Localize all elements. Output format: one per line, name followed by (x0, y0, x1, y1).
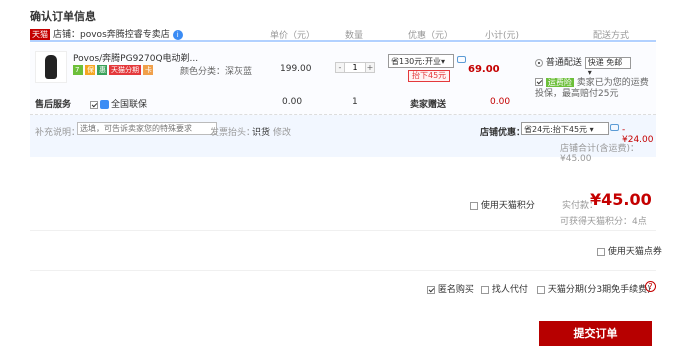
actual-pay-value: ¥45.00 (590, 190, 652, 209)
coupon-label: 使用天猫点券 (607, 247, 662, 257)
shop-total: 店铺合计(含运费)：¥45.00 (560, 144, 640, 164)
after-sale-service: 全国联保 (90, 97, 147, 110)
invoice-edit-link[interactable]: 修改 (273, 125, 291, 138)
points-label: 使用天猫积分 (480, 201, 535, 211)
after-sale-qty: 1 (352, 97, 358, 107)
remark-label: 补充说明： (35, 128, 81, 138)
earn-points: 可获得天猫积分：4点 (560, 217, 647, 227)
promo-tag: 抬下45元 (408, 70, 451, 82)
coupon-option: 使用天猫点券 (597, 244, 662, 257)
product-badges: 7 保 惠 天猫分期 卡 (73, 65, 153, 75)
submit-order-button[interactable]: 提交订单 (539, 321, 652, 346)
badge-discount-icon[interactable]: 惠 (97, 65, 107, 75)
shop-discount-select[interactable]: 省24元:抬下45元 ▾ (521, 122, 609, 135)
help-icon[interactable]: ? (645, 281, 656, 292)
product-name-link[interactable]: Povos/奔腾PG9270Q电动剃... (73, 51, 198, 64)
shipping-radio[interactable] (535, 58, 543, 67)
message-icon[interactable] (457, 56, 466, 63)
after-sale-price: 0.00 (282, 97, 303, 107)
remark-input[interactable] (77, 122, 217, 135)
after-sale-gift: 卖家赠送 (410, 100, 447, 110)
invoice-label: 发票抬头： (210, 128, 256, 138)
spec-value: 深灰蓝 (225, 67, 253, 77)
qty-minus-button[interactable]: - (335, 62, 345, 73)
col-discount: 优惠（元） (408, 31, 454, 41)
message-icon[interactable] (610, 124, 619, 131)
chevron-down-icon: ▾ (440, 57, 445, 66)
proxy-pay-checkbox[interactable] (481, 285, 489, 294)
proxy-pay-option: 找人代付 (481, 282, 528, 295)
installment-label: 天猫分期(分3期免手续费) (547, 285, 651, 295)
anonymous-option: 匿名购买 (427, 282, 474, 295)
badge-7day-icon[interactable]: 7 (73, 65, 83, 75)
anonymous-label: 匿名购买 (437, 285, 474, 295)
col-price: 单价（元） (270, 31, 316, 41)
shipping-select-value: 快递 免邮 (587, 57, 623, 67)
col-qty: 数量 (345, 31, 364, 41)
shield-icon (100, 100, 109, 109)
promo-select-value: 省130元:开业 (391, 57, 441, 66)
shipping-option-label: 普通配送 (545, 58, 582, 68)
chevron-down-icon: ▾ (589, 125, 594, 134)
info-icon[interactable]: i (172, 29, 183, 40)
qty-input[interactable] (345, 62, 365, 73)
points-option: 使用天猫积分 (470, 198, 535, 211)
insurance-checkbox[interactable] (535, 78, 543, 86)
coupon-checkbox[interactable] (597, 247, 605, 256)
col-subtotal: 小计(元) (485, 31, 520, 41)
shop-label: 店铺： (53, 30, 81, 40)
promo-select[interactable]: 省130元:开业▾ (388, 54, 454, 68)
shop-name-link[interactable]: povos奔腾控睿专卖店 (80, 30, 170, 40)
badge-guarantee-icon[interactable]: 保 (85, 65, 95, 75)
anonymous-checkbox[interactable] (427, 285, 435, 294)
after-sale-subtotal: 0.00 (490, 97, 511, 107)
chevron-down-icon: ▾ (587, 67, 592, 77)
shaver-image (45, 55, 57, 79)
shop-info: 天猫 店铺：povos奔腾控睿专卖店 i (30, 27, 183, 40)
col-shipping: 配送方式 (593, 31, 630, 41)
remark-box: 补充说明： 发票抬头： 识货 修改 店铺优惠： 省24元:抬下45元 ▾ -¥2… (30, 115, 656, 164)
qty-plus-button[interactable]: + (365, 62, 375, 73)
installment-checkbox[interactable] (537, 285, 545, 294)
warranty-checkbox[interactable] (90, 100, 98, 109)
tmall-logo: 天猫 (30, 29, 50, 40)
divider (30, 230, 656, 231)
credit-card-icon[interactable]: 卡 (143, 65, 153, 75)
after-sale-row: 售后服务 全国联保 0.00 1 卖家赠送 0.00 (30, 93, 656, 113)
quantity-stepper: - + (335, 62, 375, 73)
product-spec: 颜色分类：深灰蓝 (180, 64, 252, 77)
item-subtotal: 69.00 (468, 64, 500, 75)
divider (30, 270, 656, 271)
shipping-select[interactable]: 快递 免邮 ▾ (584, 56, 631, 77)
unit-price: 199.00 (280, 64, 312, 74)
shop-discount-label: 店铺优惠： (480, 128, 526, 138)
shop-discount-value: 省24元:抬下45元 (524, 125, 588, 134)
spec-label: 颜色分类： (180, 67, 226, 77)
warranty-label: 全国联保 (111, 100, 148, 110)
badge-installment[interactable]: 天猫分期 (109, 65, 141, 75)
points-checkbox[interactable] (470, 201, 478, 210)
product-thumbnail[interactable] (35, 51, 67, 83)
order-header: 天猫 店铺：povos奔腾控睿专卖店 i 单价（元） 数量 优惠（元） 小计(元) … (30, 26, 656, 42)
insurance-tag: 运费险 (545, 77, 574, 87)
installment-option: 天猫分期(分3期免手续费) (537, 282, 651, 295)
invoice-value: 识货 (252, 128, 271, 138)
after-sale-label: 售后服务 (35, 100, 72, 110)
shipping-option: 普通配送 快递 免邮 ▾ (535, 55, 656, 77)
page-title: 确认订单信息 (30, 10, 96, 23)
proxy-pay-label: 找人代付 (491, 285, 528, 295)
